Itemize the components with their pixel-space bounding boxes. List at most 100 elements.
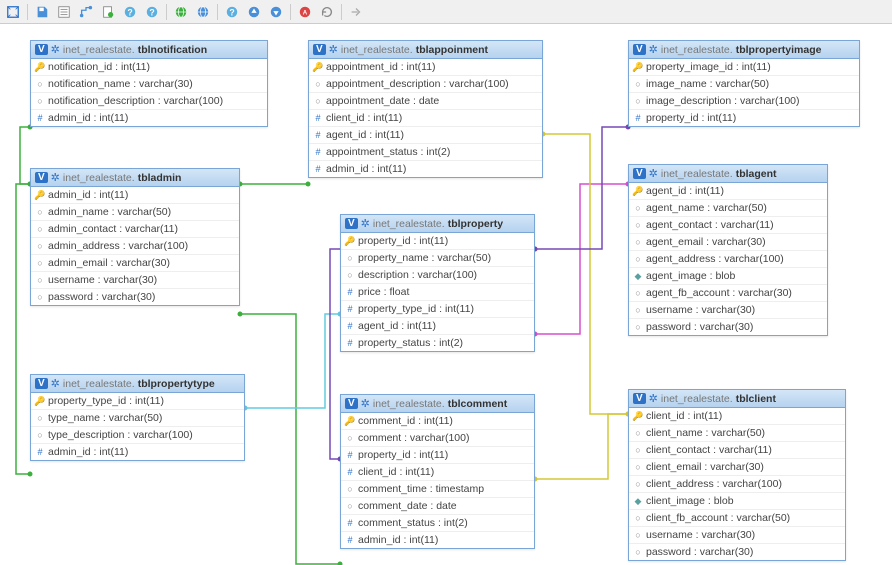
table-header[interactable]: V✲inet_realestate.tblproperty (341, 215, 534, 233)
table-tbladmin[interactable]: V✲inet_realestate.tbladmin🔑admin_id : in… (30, 168, 240, 306)
column-row[interactable]: ○password : varchar(30) (629, 544, 845, 560)
gear-icon[interactable]: ✲ (51, 43, 60, 56)
table-header[interactable]: V✲inet_realestate.tblnotification (31, 41, 267, 59)
column-row[interactable]: #admin_id : int(11) (341, 532, 534, 548)
table-tblnotification[interactable]: V✲inet_realestate.tblnotification🔑notifi… (30, 40, 268, 127)
column-row[interactable]: ○agent_name : varchar(50) (629, 200, 827, 217)
table-header[interactable]: V✲inet_realestate.tblpropertyimage (629, 41, 859, 59)
column-row[interactable]: ○agent_fb_account : varchar(30) (629, 285, 827, 302)
gear-icon[interactable]: ✲ (51, 377, 60, 390)
column-row[interactable]: ○image_name : varchar(50) (629, 76, 859, 93)
table-header[interactable]: V✲inet_realestate.tblagent (629, 165, 827, 183)
gear-icon[interactable]: ✲ (649, 167, 658, 180)
column-row[interactable]: #property_id : int(11) (629, 110, 859, 126)
column-row[interactable]: ○password : varchar(30) (31, 289, 239, 305)
table-tblappoinment[interactable]: V✲inet_realestate.tblappoinment🔑appointm… (308, 40, 543, 178)
column-row[interactable]: 🔑appointment_id : int(11) (309, 59, 542, 76)
column-row[interactable]: ○appointment_description : varchar(100) (309, 76, 542, 93)
column-row[interactable]: 🔑property_image_id : int(11) (629, 59, 859, 76)
gear-icon[interactable]: ✲ (649, 392, 658, 405)
help-icon-2[interactable]: ? (144, 4, 160, 20)
column-row[interactable]: ○admin_contact : varchar(11) (31, 221, 239, 238)
column-row[interactable]: ○client_address : varchar(100) (629, 476, 845, 493)
table-tblproperty[interactable]: V✲inet_realestate.tblproperty🔑property_i… (340, 214, 535, 352)
table-header[interactable]: V✲inet_realestate.tblcomment (341, 395, 534, 413)
column-row[interactable]: #property_status : int(2) (341, 335, 534, 351)
column-row[interactable]: ○client_contact : varchar(11) (629, 442, 845, 459)
column-row[interactable]: #agent_id : int(11) (341, 318, 534, 335)
new-page-icon[interactable] (100, 4, 116, 20)
column-row[interactable]: ◆client_image : blob (629, 493, 845, 510)
column-row[interactable]: ○type_description : varchar(100) (31, 427, 244, 444)
column-row[interactable]: ○username : varchar(30) (629, 527, 845, 544)
column-row[interactable]: ○type_name : varchar(50) (31, 410, 244, 427)
column-row[interactable]: 🔑property_id : int(11) (341, 233, 534, 250)
column-row[interactable]: #client_id : int(11) (341, 464, 534, 481)
table-header[interactable]: V✲inet_realestate.tblpropertytype (31, 375, 244, 393)
gear-icon[interactable]: ✲ (329, 43, 338, 56)
column-row[interactable]: ○admin_name : varchar(50) (31, 204, 239, 221)
column-row[interactable]: 🔑client_id : int(11) (629, 408, 845, 425)
globe-green-icon[interactable] (173, 4, 189, 20)
column-row[interactable]: ○comment_time : timestamp (341, 481, 534, 498)
column-row[interactable]: ○description : varchar(100) (341, 267, 534, 284)
column-row[interactable]: ○comment : varchar(100) (341, 430, 534, 447)
column-row[interactable]: ○notification_description : varchar(100) (31, 93, 267, 110)
up-icon[interactable] (246, 4, 262, 20)
column-row[interactable]: ○client_name : varchar(50) (629, 425, 845, 442)
column-row[interactable]: #agent_id : int(11) (309, 127, 542, 144)
gear-icon[interactable]: ✲ (51, 171, 60, 184)
save-icon[interactable] (34, 4, 50, 20)
column-row[interactable]: ○admin_email : varchar(30) (31, 255, 239, 272)
column-row[interactable]: 🔑admin_id : int(11) (31, 187, 239, 204)
help-icon[interactable]: ? (122, 4, 138, 20)
gear-icon[interactable]: ✲ (649, 43, 658, 56)
table-tblcomment[interactable]: V✲inet_realestate.tblcomment🔑comment_id … (340, 394, 535, 549)
column-row[interactable]: ○username : varchar(30) (629, 302, 827, 319)
column-row[interactable]: ○client_fb_account : varchar(50) (629, 510, 845, 527)
table-tblclient[interactable]: V✲inet_realestate.tblclient🔑client_id : … (628, 389, 846, 561)
column-row[interactable]: #property_type_id : int(11) (341, 301, 534, 318)
column-row[interactable]: 🔑notification_id : int(11) (31, 59, 267, 76)
column-row[interactable]: ◆agent_image : blob (629, 268, 827, 285)
column-row[interactable]: 🔑agent_id : int(11) (629, 183, 827, 200)
column-row[interactable]: 🔑property_type_id : int(11) (31, 393, 244, 410)
help-icon-3[interactable]: ? (224, 4, 240, 20)
column-row[interactable]: ○comment_date : date (341, 498, 534, 515)
table-tblpropertytype[interactable]: V✲inet_realestate.tblpropertytype🔑proper… (30, 374, 245, 461)
column-row[interactable]: #admin_id : int(11) (31, 444, 244, 460)
column-row[interactable]: ○admin_address : varchar(100) (31, 238, 239, 255)
column-row[interactable]: ○agent_contact : varchar(11) (629, 217, 827, 234)
column-row[interactable]: #admin_id : int(11) (31, 110, 267, 126)
gear-icon[interactable]: ✲ (361, 397, 370, 410)
down-icon[interactable] (268, 4, 284, 20)
column-row[interactable]: ○image_description : varchar(100) (629, 93, 859, 110)
table-tblagent[interactable]: V✲inet_realestate.tblagent🔑agent_id : in… (628, 164, 828, 336)
column-row[interactable]: #price : float (341, 284, 534, 301)
column-row[interactable]: #admin_id : int(11) (309, 161, 542, 177)
table-header[interactable]: V✲inet_realestate.tblappoinment (309, 41, 542, 59)
table-header[interactable]: V✲inet_realestate.tbladmin (31, 169, 239, 187)
column-row[interactable]: #appointment_status : int(2) (309, 144, 542, 161)
column-row[interactable]: #comment_status : int(2) (341, 515, 534, 532)
fullscreen-icon[interactable] (5, 4, 21, 20)
table-tblpropertyimage[interactable]: V✲inet_realestate.tblpropertyimage🔑prope… (628, 40, 860, 127)
list-icon[interactable] (56, 4, 72, 20)
column-row[interactable]: 🔑comment_id : int(11) (341, 413, 534, 430)
column-row[interactable]: ○agent_address : varchar(100) (629, 251, 827, 268)
column-row[interactable]: ○property_name : varchar(50) (341, 250, 534, 267)
column-row[interactable]: ○appointment_date : date (309, 93, 542, 110)
globe-blue-icon[interactable] (195, 4, 211, 20)
column-row[interactable]: ○password : varchar(30) (629, 319, 827, 335)
column-row[interactable]: ○username : varchar(30) (31, 272, 239, 289)
relation-icon[interactable] (78, 4, 94, 20)
forward-icon[interactable] (348, 4, 364, 20)
pdf-icon[interactable]: A (297, 4, 313, 20)
er-canvas[interactable]: V✲inet_realestate.tblnotification🔑notifi… (0, 24, 892, 565)
column-row[interactable]: #property_id : int(11) (341, 447, 534, 464)
refresh-icon[interactable] (319, 4, 335, 20)
table-header[interactable]: V✲inet_realestate.tblclient (629, 390, 845, 408)
gear-icon[interactable]: ✲ (361, 217, 370, 230)
column-row[interactable]: ○notification_name : varchar(30) (31, 76, 267, 93)
column-row[interactable]: #client_id : int(11) (309, 110, 542, 127)
